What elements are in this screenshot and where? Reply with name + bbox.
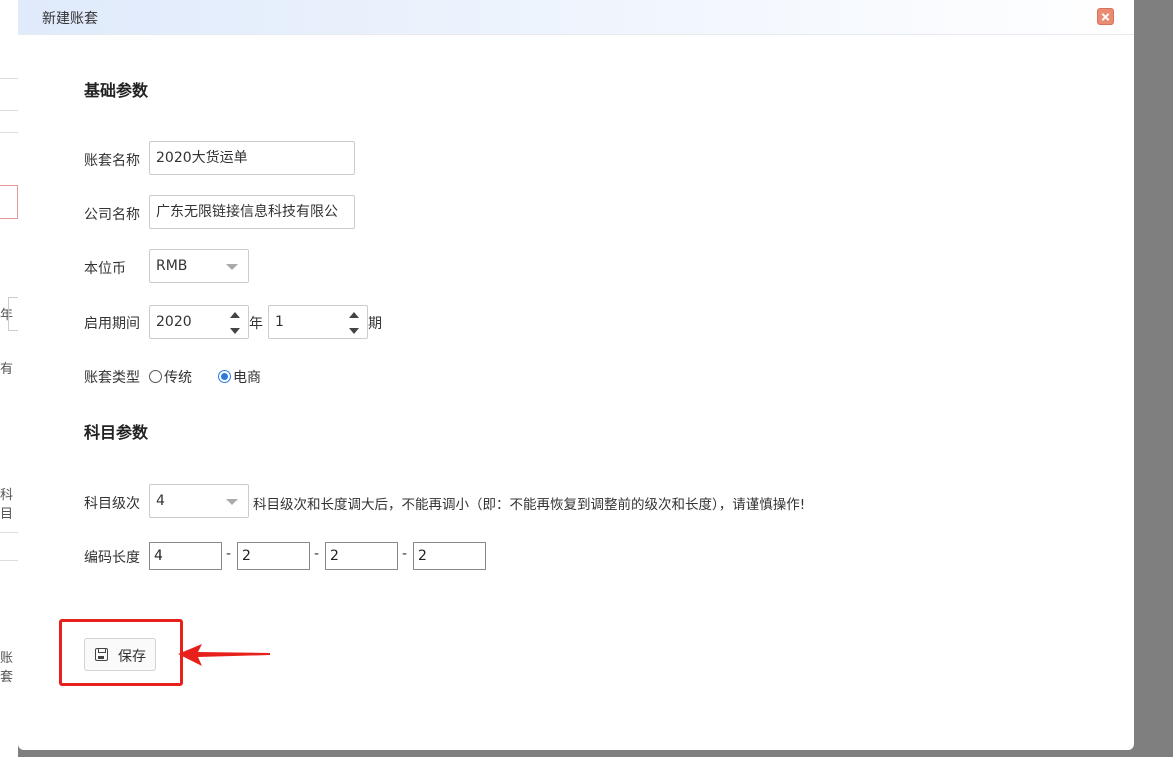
company-name-input[interactable]: 广东无限链接信息科技有限公 [149,195,355,229]
year-value: 2020 [156,314,192,330]
period-unit: 期 [368,316,382,332]
red-arrow-annotation [178,644,270,666]
chevron-down-icon [226,499,238,505]
code-separator: - [402,546,408,562]
code-length-input-1[interactable]: 4 [149,542,222,570]
section-title-subject: 科目参数 [84,423,149,442]
background-text: 账套 [0,651,14,685]
background-field [0,185,18,219]
code-separator: - [226,546,232,562]
subject-level-value: 4 [156,493,165,509]
subject-level-label: 科目级次 [84,496,140,512]
subject-level-select[interactable]: 4 [149,484,249,518]
radio-traditional[interactable] [149,370,162,383]
background-page: 年 有 科目 账套 [0,0,18,757]
period-stepper[interactable]: 1 [268,305,368,339]
code-length-label: 编码长度 [84,550,140,566]
code-length-input-2[interactable]: 2 [237,542,310,570]
close-icon[interactable] [1097,8,1114,25]
background-divider [0,78,18,79]
stepper-up-icon[interactable] [349,312,359,318]
account-type-label: 账套类型 [84,370,140,386]
currency-label: 本位币 [84,261,126,277]
background-divider [0,132,18,133]
background-text: 有 [0,362,14,377]
year-stepper[interactable]: 2020 [149,305,249,339]
currency-value: RMB [156,258,188,274]
chevron-down-icon [226,264,238,270]
background-divider [0,110,18,111]
background-field [8,297,18,331]
new-account-set-dialog: 新建账套 基础参数 账套名称 2020大货运单 公司名称 广东无限链接信息科技有… [18,0,1134,750]
period-value: 1 [275,314,284,330]
currency-select[interactable]: RMB [149,249,249,283]
account-name-input[interactable]: 2020大货运单 [149,141,355,175]
stepper-up-icon[interactable] [230,312,240,318]
company-name-label: 公司名称 [84,207,140,223]
stepper-down-icon[interactable] [349,328,359,334]
radio-ecommerce[interactable] [218,370,231,383]
radio-traditional-label[interactable]: 传统 [164,367,192,387]
code-length-input-4[interactable]: 2 [413,542,486,570]
year-unit: 年 [249,316,263,332]
start-period-label: 启用期间 [84,316,140,332]
stepper-arrows-icon[interactable] [349,312,359,334]
account-name-label: 账套名称 [84,153,140,169]
dialog-titlebar: 新建账套 [18,0,1134,35]
background-divider [0,560,18,561]
code-length-input-3[interactable]: 2 [325,542,398,570]
dialog-title: 新建账套 [42,11,98,27]
code-separator: - [314,546,320,562]
radio-ecommerce-label[interactable]: 电商 [233,367,261,387]
subject-level-note: 科目级次和长度调大后，不能再调小（即：不能再恢复到调整前的级次和长度），请谨慎操… [253,497,806,513]
stepper-arrows-icon[interactable] [230,312,240,334]
background-text: 科目 [0,488,14,522]
highlight-annotation-box [59,619,183,686]
section-title-basic: 基础参数 [84,81,149,100]
stepper-down-icon[interactable] [230,328,240,334]
background-divider [0,532,18,533]
